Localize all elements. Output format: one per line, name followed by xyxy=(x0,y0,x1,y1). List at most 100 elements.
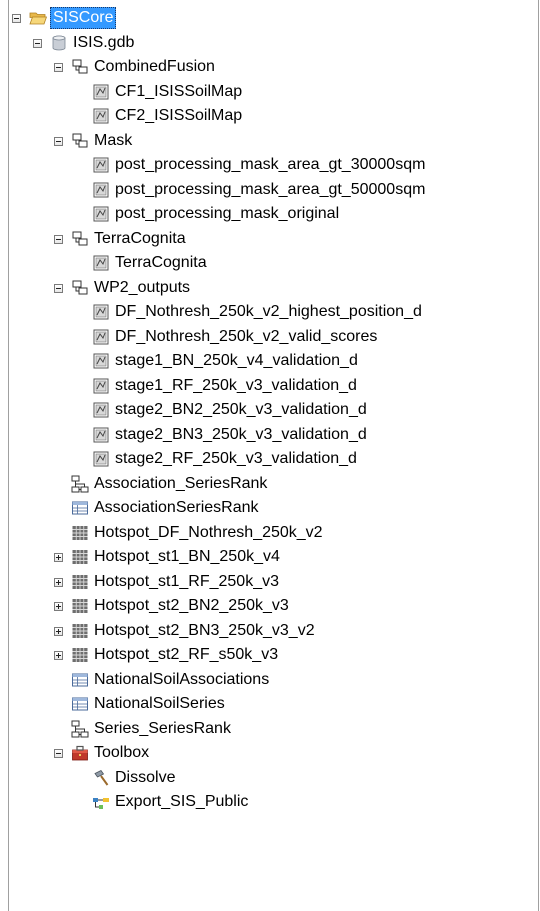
tree-node-label: NationalSoilSeries xyxy=(94,695,225,712)
polygon-fc-icon xyxy=(92,328,110,346)
raster-icon xyxy=(71,548,89,566)
collapse-minus-icon[interactable] xyxy=(54,63,63,72)
relationship-class-icon xyxy=(71,720,89,738)
tree-node-feature-class[interactable]: stage2_RF_250k_v3_validation_d xyxy=(9,447,538,471)
tree-node-feature-class[interactable]: stage2_BN3_250k_v3_validation_d xyxy=(9,423,538,447)
tree-node-item[interactable]: Hotspot_st2_RF_s50k_v3 xyxy=(9,643,538,667)
tree-node-feature-class[interactable]: stage2_BN2_250k_v3_validation_d xyxy=(9,398,538,422)
model-tool-icon xyxy=(92,793,110,811)
tree-node-feature-dataset[interactable]: TerraCognita xyxy=(9,227,538,251)
tree-node-feature-class[interactable]: DF_Nothresh_250k_v2_highest_position_d xyxy=(9,300,538,324)
raster-icon xyxy=(71,573,89,591)
tree-node-item[interactable]: Hotspot_st2_BN3_250k_v3_v2 xyxy=(9,619,538,643)
tree-node-item[interactable]: Association_SeriesRank xyxy=(9,472,538,496)
tree-node-label: Toolbox xyxy=(94,744,150,761)
tree-node-feature-class[interactable]: TerraCognita xyxy=(9,251,538,275)
expand-plus-icon[interactable] xyxy=(54,577,63,587)
relationship-class-icon xyxy=(71,475,89,493)
tree-node-feature-dataset[interactable]: Mask xyxy=(9,129,538,153)
tree-node-item[interactable]: NationalSoilSeries xyxy=(9,692,538,716)
tree-node-label: AssociationSeriesRank xyxy=(94,499,259,516)
collapse-minus-icon[interactable] xyxy=(54,749,63,758)
tree-node-feature-dataset[interactable]: CombinedFusion xyxy=(9,55,538,79)
tree-node-label: CombinedFusion xyxy=(94,58,215,75)
tree-node-item[interactable]: NationalSoilAssociations xyxy=(9,668,538,692)
tree-node-feature-class[interactable]: CF2_ISISSoilMap xyxy=(9,104,538,128)
tree-node-label: SISCore xyxy=(50,7,117,29)
raster-icon xyxy=(71,646,89,664)
tree-node-item[interactable]: Hotspot_st1_RF_250k_v3 xyxy=(9,570,538,594)
polygon-fc-icon xyxy=(92,377,110,395)
collapse-minus-icon[interactable] xyxy=(54,234,63,244)
collapse-minus-icon[interactable] xyxy=(33,38,42,48)
tree-node-label: CF1_ISISSoilMap xyxy=(115,82,243,100)
tree-node-label: post_processing_mask_area_gt_30000sqm xyxy=(115,156,426,173)
tree-node-label: Hotspot_st2_BN3_250k_v3_v2 xyxy=(94,621,315,639)
tree-node-label: Mask xyxy=(94,131,133,149)
polygon-fc-icon xyxy=(92,254,110,272)
polygon-fc-icon xyxy=(92,156,110,174)
tree-node-label: DF_Nothresh_250k_v2_highest_position_d xyxy=(115,303,422,320)
tree-node-item[interactable]: Hotspot_st2_BN2_250k_v3 xyxy=(9,594,538,618)
expand-plus-icon[interactable] xyxy=(54,651,63,660)
feature-dataset-icon xyxy=(71,132,89,150)
tree-node-label: stage2_BN2_250k_v3_validation_d xyxy=(115,401,367,418)
expand-plus-icon[interactable] xyxy=(54,553,63,562)
tree-node-item[interactable]: Hotspot_DF_Nothresh_250k_v2 xyxy=(9,521,538,545)
tree-node-geodatabase[interactable]: ISIS.gdb xyxy=(9,31,538,55)
tree-node-label: TerraCognita xyxy=(94,229,186,247)
tree-node-label: stage1_BN_250k_v4_validation_d xyxy=(115,352,358,369)
tree-node-label: stage2_RF_250k_v3_validation_d xyxy=(115,450,357,467)
polygon-fc-icon xyxy=(92,107,110,125)
catalog-tree-panel: SISCore ISIS.gdb CombinedFusion CF1_ISISSoi… xyxy=(8,0,539,911)
polygon-fc-icon xyxy=(92,205,110,223)
polygon-fc-icon xyxy=(92,83,110,101)
tree-node-label: stage2_BN3_250k_v3_validation_d xyxy=(115,425,367,443)
tree-node-label: Hotspot_st2_RF_s50k_v3 xyxy=(94,646,279,663)
polygon-fc-icon xyxy=(92,401,110,419)
table-icon xyxy=(71,499,89,517)
collapse-minus-icon[interactable] xyxy=(12,14,21,23)
tree-node-feature-class[interactable]: DF_Nothresh_250k_v2_valid_scores xyxy=(9,325,538,349)
polygon-fc-icon xyxy=(92,450,110,468)
expand-plus-icon[interactable] xyxy=(54,602,63,611)
feature-dataset-icon xyxy=(71,58,89,76)
polygon-fc-icon xyxy=(92,303,110,321)
tree-node-label: Dissolve xyxy=(115,768,176,786)
tree-node-label: Export_SIS_Public xyxy=(115,793,249,810)
tree-node-label: DF_Nothresh_250k_v2_valid_scores xyxy=(115,327,378,345)
polygon-fc-icon xyxy=(92,181,110,199)
expand-plus-icon[interactable] xyxy=(54,626,63,636)
tree-node-label: Series_SeriesRank xyxy=(94,719,231,737)
tree-node-label: Association_SeriesRank xyxy=(94,474,268,492)
raster-icon xyxy=(71,597,89,615)
geodatabase-icon xyxy=(50,34,68,52)
tree-node-item[interactable]: Hotspot_st1_BN_250k_v4 xyxy=(9,545,538,569)
collapse-minus-icon[interactable] xyxy=(54,283,63,293)
tree-node-label: Hotspot_st2_BN2_250k_v3 xyxy=(94,597,289,614)
collapse-minus-icon[interactable] xyxy=(54,136,63,146)
tree-node-feature-class[interactable]: stage1_BN_250k_v4_validation_d xyxy=(9,349,538,373)
polygon-fc-icon xyxy=(92,352,110,370)
tree-node-label: NationalSoilAssociations xyxy=(94,670,270,688)
table-icon xyxy=(71,695,89,713)
hammer-tool-icon xyxy=(92,769,110,787)
tree-node-tool[interactable]: Dissolve xyxy=(9,766,538,790)
toolbox-icon xyxy=(71,744,89,762)
tree-node-feature-class[interactable]: stage1_RF_250k_v3_validation_d xyxy=(9,374,538,398)
tree-node-root[interactable]: SISCore xyxy=(9,6,538,30)
tree-node-tool[interactable]: Export_SIS_Public xyxy=(9,790,538,814)
tree-node-label: ISIS.gdb xyxy=(73,33,135,51)
tree-node-label: post_processing_mask_original xyxy=(115,205,340,222)
tree-node-label: WP2_outputs xyxy=(94,278,191,296)
tree-node-feature-class[interactable]: post_processing_mask_area_gt_50000sqm xyxy=(9,178,538,202)
tree-node-feature-class[interactable]: post_processing_mask_area_gt_30000sqm xyxy=(9,153,538,177)
tree-node-label: Hotspot_st1_BN_250k_v4 xyxy=(94,548,280,565)
tree-node-label: post_processing_mask_area_gt_50000sqm xyxy=(115,180,426,198)
tree-node-feature-class[interactable]: post_processing_mask_original xyxy=(9,202,538,226)
tree-node-item[interactable]: Series_SeriesRank xyxy=(9,717,538,741)
tree-node-feature-class[interactable]: CF1_ISISSoilMap xyxy=(9,80,538,104)
tree-node-toolbox[interactable]: Toolbox xyxy=(9,741,538,765)
tree-node-item[interactable]: AssociationSeriesRank xyxy=(9,496,538,520)
tree-node-feature-dataset[interactable]: WP2_outputs xyxy=(9,276,538,300)
